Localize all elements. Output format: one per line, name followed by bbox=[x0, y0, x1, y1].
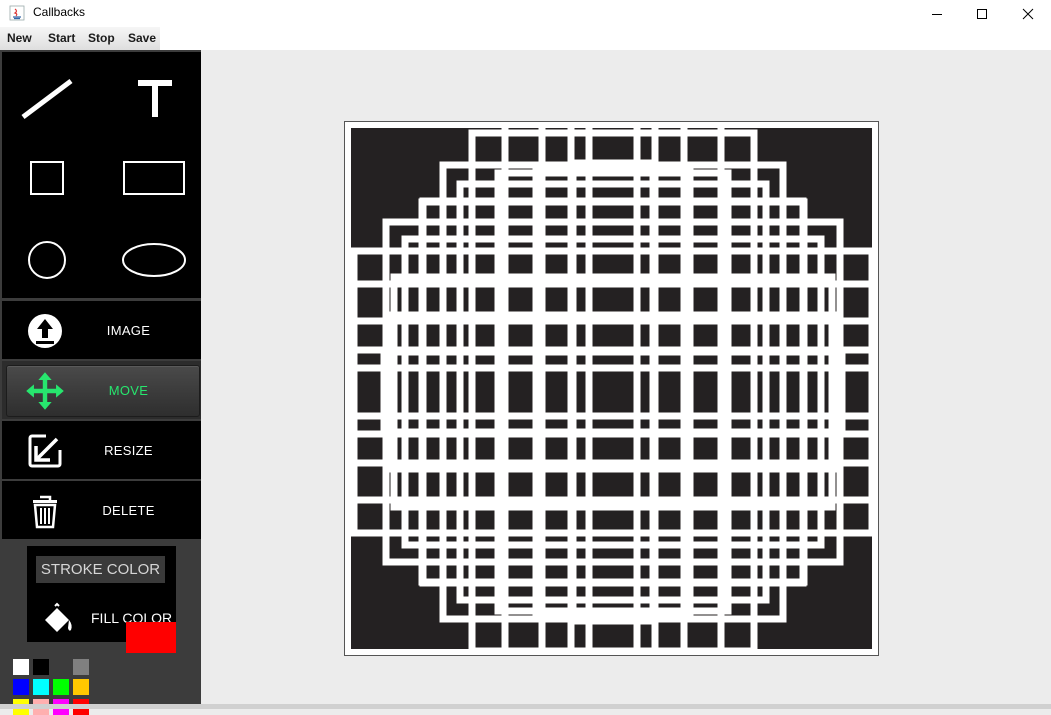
line-icon bbox=[21, 79, 73, 119]
stroke-color-button[interactable]: STROKE COLOR bbox=[36, 556, 165, 583]
palette-swatch[interactable] bbox=[53, 659, 69, 675]
palette-swatch[interactable] bbox=[13, 679, 29, 695]
drawn-rectangle bbox=[569, 159, 657, 625]
text-icon bbox=[138, 80, 172, 117]
current-color-preview bbox=[126, 622, 176, 653]
status-bar bbox=[0, 704, 1051, 709]
drawn-rectangle bbox=[310, 317, 916, 467]
square-tool-button[interactable] bbox=[12, 148, 82, 208]
image-tool-label: IMAGE bbox=[106, 323, 151, 338]
drawing-canvas-frame bbox=[291, 70, 935, 714]
palette-swatch[interactable] bbox=[73, 679, 89, 695]
menu-bar: New Start Stop Save bbox=[0, 27, 1051, 50]
line-tool-button[interactable] bbox=[12, 68, 82, 128]
rectangle-icon bbox=[123, 161, 185, 195]
move-tool-label: MOVE bbox=[108, 383, 149, 398]
close-button[interactable] bbox=[1005, 0, 1051, 27]
maximize-icon bbox=[977, 8, 987, 19]
paint-bucket-icon bbox=[45, 602, 72, 632]
drawn-rectangle bbox=[468, 129, 758, 655]
palette-swatch[interactable] bbox=[13, 659, 29, 675]
delete-tool-label: DELETE bbox=[102, 503, 155, 518]
circle-icon bbox=[28, 241, 66, 279]
close-icon bbox=[1022, 8, 1034, 19]
menu-stop[interactable]: Stop bbox=[88, 31, 115, 45]
drawn-rectangle bbox=[380, 348, 846, 436]
window-title: Callbacks bbox=[33, 5, 86, 19]
palette-swatch[interactable] bbox=[33, 659, 49, 675]
maximize-button[interactable] bbox=[959, 0, 1005, 27]
drawn-rectangle bbox=[291, 364, 935, 420]
upload-icon bbox=[28, 314, 62, 348]
java-app-icon bbox=[9, 5, 25, 21]
resize-tool-label: RESIZE bbox=[104, 443, 153, 458]
minimize-button[interactable] bbox=[914, 0, 960, 27]
title-bar: Callbacks bbox=[0, 0, 1051, 27]
drawn-rectangle bbox=[383, 311, 843, 473]
palette-swatch[interactable] bbox=[73, 659, 89, 675]
drawn-rectangle bbox=[439, 161, 787, 623]
menu-start[interactable]: Start bbox=[48, 31, 75, 45]
drawn-rectangle bbox=[350, 247, 876, 537]
tool-sidebar: IMAGE MOVE RESIZE DELETE STROKE COLOR FI… bbox=[0, 50, 201, 715]
image-tool-button[interactable]: IMAGE bbox=[2, 301, 201, 359]
drawn-rectangle bbox=[418, 198, 808, 586]
drawn-rectangle bbox=[298, 346, 928, 438]
ellipse-icon bbox=[122, 243, 186, 277]
resize-tool-button[interactable]: RESIZE bbox=[2, 421, 201, 479]
drawing-canvas[interactable] bbox=[291, 70, 935, 714]
circle-tool-button[interactable] bbox=[12, 228, 82, 288]
drawn-rectangle bbox=[538, 89, 688, 695]
menu-save[interactable]: Save bbox=[128, 31, 156, 45]
menu-new[interactable]: New bbox=[7, 31, 32, 45]
shape-tools-panel bbox=[2, 52, 201, 298]
canvas-drawing bbox=[291, 70, 935, 714]
move-tool-button[interactable]: MOVE bbox=[2, 361, 201, 419]
delete-tool-button[interactable]: DELETE bbox=[2, 481, 201, 539]
drawn-rectangle bbox=[585, 70, 641, 714]
resize-icon bbox=[28, 432, 64, 468]
move-arrows-icon bbox=[26, 372, 64, 410]
text-tool-button[interactable] bbox=[120, 68, 190, 128]
ellipse-tool-button[interactable] bbox=[112, 228, 198, 288]
trash-icon bbox=[33, 495, 57, 529]
drawn-rectangle bbox=[567, 77, 659, 707]
drawn-rectangle bbox=[532, 162, 694, 622]
rectangle-tool-button[interactable] bbox=[112, 148, 198, 208]
palette-swatch[interactable] bbox=[33, 679, 49, 695]
drawn-rectangle bbox=[382, 218, 844, 566]
minimize-icon bbox=[932, 13, 942, 15]
drawn-rectangle bbox=[419, 197, 807, 587]
palette-swatch[interactable] bbox=[53, 679, 69, 695]
square-icon bbox=[30, 161, 64, 195]
